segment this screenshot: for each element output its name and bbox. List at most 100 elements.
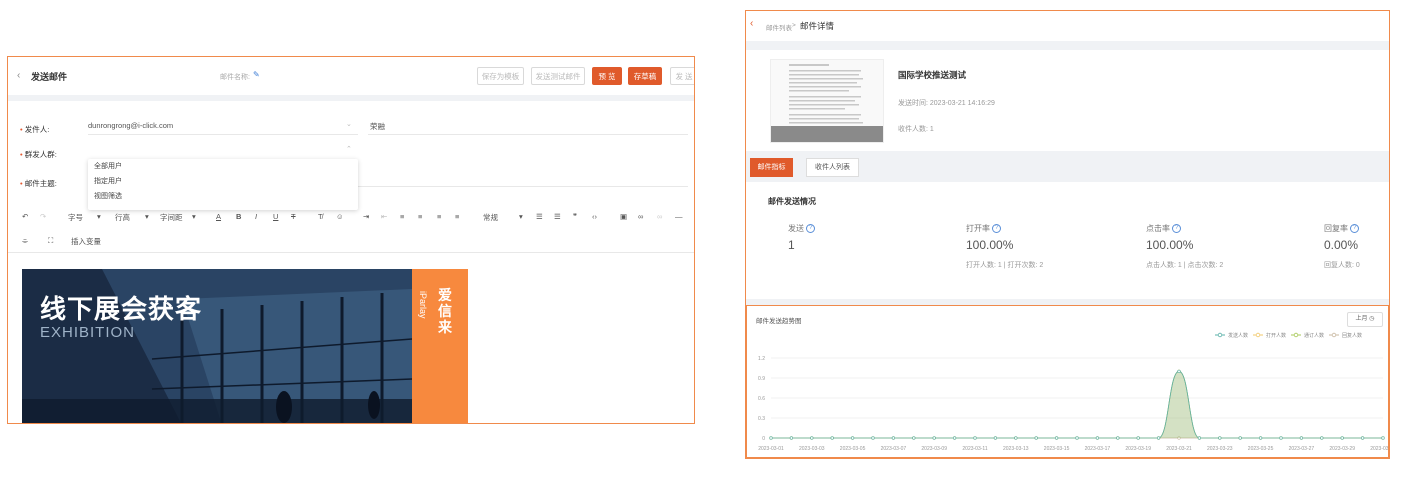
align-right-icon[interactable]: ≡ bbox=[437, 212, 441, 221]
question-icon[interactable]: ? bbox=[1350, 224, 1360, 234]
quote-icon[interactable]: ❞ bbox=[573, 212, 577, 221]
question-icon[interactable]: ? bbox=[1172, 224, 1182, 234]
align-left-icon[interactable]: ≡ bbox=[400, 212, 404, 221]
data-point bbox=[1360, 436, 1365, 440]
audience-dropdown: 全部用户 指定用户 视图筛选 bbox=[88, 159, 358, 210]
insert-variable-button[interactable]: 插入变量 bbox=[71, 236, 101, 247]
metric-open-rate: 打开率 ? 100.00% 打开人数: 1 | 打开次数: 2 bbox=[966, 223, 1043, 270]
banner-subhead: EXHIBITION bbox=[40, 324, 136, 341]
indent-icon[interactable]: ⇥ bbox=[363, 212, 369, 221]
back-chevron-icon[interactable]: ‹ bbox=[750, 18, 753, 29]
edit-pencil-icon[interactable]: ✎ bbox=[253, 70, 260, 79]
section-title: 邮件发送情况 bbox=[768, 197, 816, 206]
unlink-icon[interactable]: ∞ bbox=[657, 212, 662, 221]
letter-spacing-select[interactable]: 字间距 bbox=[160, 212, 183, 223]
banner-image: 线下展会获客 EXHIBITION bbox=[22, 269, 412, 423]
send-test-button[interactable]: 发送测试邮件 bbox=[531, 67, 585, 85]
line-height-select[interactable]: 行高 bbox=[115, 212, 130, 223]
question-icon[interactable]: ? bbox=[806, 224, 816, 234]
y-tick-label: 0.9 bbox=[758, 376, 765, 382]
paragraph-select[interactable]: 常规 bbox=[483, 212, 498, 223]
sender-select[interactable]: dunrongrong@i-click.com bbox=[88, 121, 173, 130]
metric-value: 100.00% bbox=[1146, 238, 1194, 252]
mail-thumbnail[interactable] bbox=[770, 59, 884, 143]
underline-icon[interactable]: U bbox=[273, 212, 278, 221]
data-point bbox=[993, 436, 997, 440]
data-point bbox=[1075, 436, 1079, 440]
save-template-button[interactable]: 保存为模板 bbox=[477, 67, 524, 85]
tab-recipients[interactable]: 收件人列表 bbox=[806, 158, 859, 177]
chevron-down-icon[interactable]: ⌄ bbox=[346, 120, 352, 128]
undo-icon[interactable]: ↶ bbox=[22, 212, 28, 221]
data-point bbox=[973, 436, 977, 440]
data-point bbox=[1218, 436, 1222, 440]
numbered-list-icon[interactable]: ☰ bbox=[554, 212, 561, 221]
sender-underline bbox=[88, 134, 358, 135]
bold-icon[interactable]: B bbox=[236, 212, 241, 221]
divider-line-icon[interactable]: — bbox=[675, 212, 683, 221]
chevron-down-icon[interactable]: ▾ bbox=[519, 212, 523, 221]
sender-name-underline bbox=[368, 134, 688, 135]
x-tick-label: 2023-03-17 bbox=[1085, 446, 1111, 452]
send-button[interactable]: 发 送 bbox=[670, 67, 694, 85]
chevron-down-icon[interactable]: ▾ bbox=[145, 212, 149, 221]
question-icon[interactable]: ? bbox=[992, 224, 1002, 234]
back-chevron-icon[interactable]: ‹ bbox=[17, 70, 20, 81]
metric-value: 1 bbox=[788, 238, 795, 252]
font-size-select[interactable]: 字号 bbox=[68, 212, 83, 223]
preview-button[interactable]: 预 览 bbox=[592, 67, 622, 85]
chevron-up-icon[interactable]: ⌃ bbox=[346, 145, 352, 153]
italic-icon[interactable]: I bbox=[255, 212, 257, 221]
legend-label: 通订人数 bbox=[1304, 332, 1324, 339]
fullscreen-icon[interactable]: ⛶ bbox=[48, 236, 53, 246]
font-color-icon[interactable]: A bbox=[216, 212, 221, 221]
tab-metrics[interactable]: 邮件指标 bbox=[750, 158, 793, 177]
data-point bbox=[830, 436, 834, 440]
data-point bbox=[932, 436, 936, 440]
breadcrumb-parent[interactable]: 邮件列表 bbox=[766, 22, 792, 32]
data-point bbox=[810, 436, 814, 440]
legend-marker bbox=[1331, 332, 1337, 338]
y-tick-label: 1.2 bbox=[758, 356, 765, 362]
data-point bbox=[1177, 369, 1181, 373]
series-line bbox=[771, 370, 1383, 439]
x-tick-label: 2023-03-01 bbox=[758, 446, 784, 452]
bullet-list-icon[interactable]: ☰ bbox=[536, 212, 543, 221]
x-tick-label: 2023-03-13 bbox=[1003, 446, 1029, 452]
link-icon[interactable]: ∞ bbox=[638, 212, 643, 221]
clear-format-icon[interactable]: T̸ bbox=[318, 212, 323, 221]
emoji-icon[interactable]: ☺ bbox=[336, 212, 344, 221]
format-painter-icon[interactable]: ⌯ bbox=[22, 236, 28, 246]
dropdown-option[interactable]: 视图筛选 bbox=[88, 189, 358, 204]
outdent-icon[interactable]: ⇤ bbox=[381, 212, 387, 221]
x-tick-label: 2023-03-23 bbox=[1207, 446, 1233, 452]
strikethrough-icon[interactable]: T bbox=[291, 212, 296, 221]
chevron-down-icon[interactable]: ▾ bbox=[97, 212, 101, 221]
banner-brand-strip: 爱信来 iParlay bbox=[412, 269, 468, 423]
audience-label: • 群发人群: bbox=[20, 150, 57, 159]
sender-name-input[interactable]: 荣融 bbox=[370, 121, 385, 132]
date-range-button[interactable]: 上月 ◷ bbox=[1347, 312, 1383, 327]
image-icon[interactable]: ▣ bbox=[620, 212, 627, 221]
save-draft-button[interactable]: 存草稿 bbox=[628, 67, 662, 85]
metric-sent: 发送 ? 1 bbox=[788, 223, 816, 252]
data-point bbox=[1116, 436, 1120, 440]
data-point bbox=[1279, 436, 1283, 440]
align-center-icon[interactable]: ≡ bbox=[418, 212, 422, 221]
dropdown-option[interactable]: 指定用户 bbox=[88, 174, 358, 189]
justify-icon[interactable]: ≡ bbox=[455, 212, 459, 221]
x-tick-label: 2023-03-07 bbox=[881, 446, 907, 452]
metric-value: 0.00% bbox=[1324, 238, 1359, 252]
dropdown-option[interactable]: 全部用户 bbox=[88, 159, 358, 174]
code-icon[interactable]: ‹› bbox=[592, 212, 597, 221]
data-point bbox=[1055, 436, 1059, 440]
chevron-down-icon[interactable]: ▾ bbox=[192, 212, 196, 221]
send-mail-panel: ‹ 发送邮件 邮件名称: ✎ 保存为模板 发送测试邮件 预 览 存草稿 发 送 … bbox=[7, 56, 695, 424]
thumbnail-text bbox=[771, 64, 883, 142]
legend-label: 打开人数 bbox=[1266, 332, 1286, 339]
redo-icon[interactable]: ↷ bbox=[40, 212, 46, 221]
legend-label: 发送人数 bbox=[1228, 332, 1248, 339]
header-divider bbox=[746, 41, 1389, 50]
data-point bbox=[1340, 436, 1344, 440]
data-point bbox=[891, 436, 895, 440]
